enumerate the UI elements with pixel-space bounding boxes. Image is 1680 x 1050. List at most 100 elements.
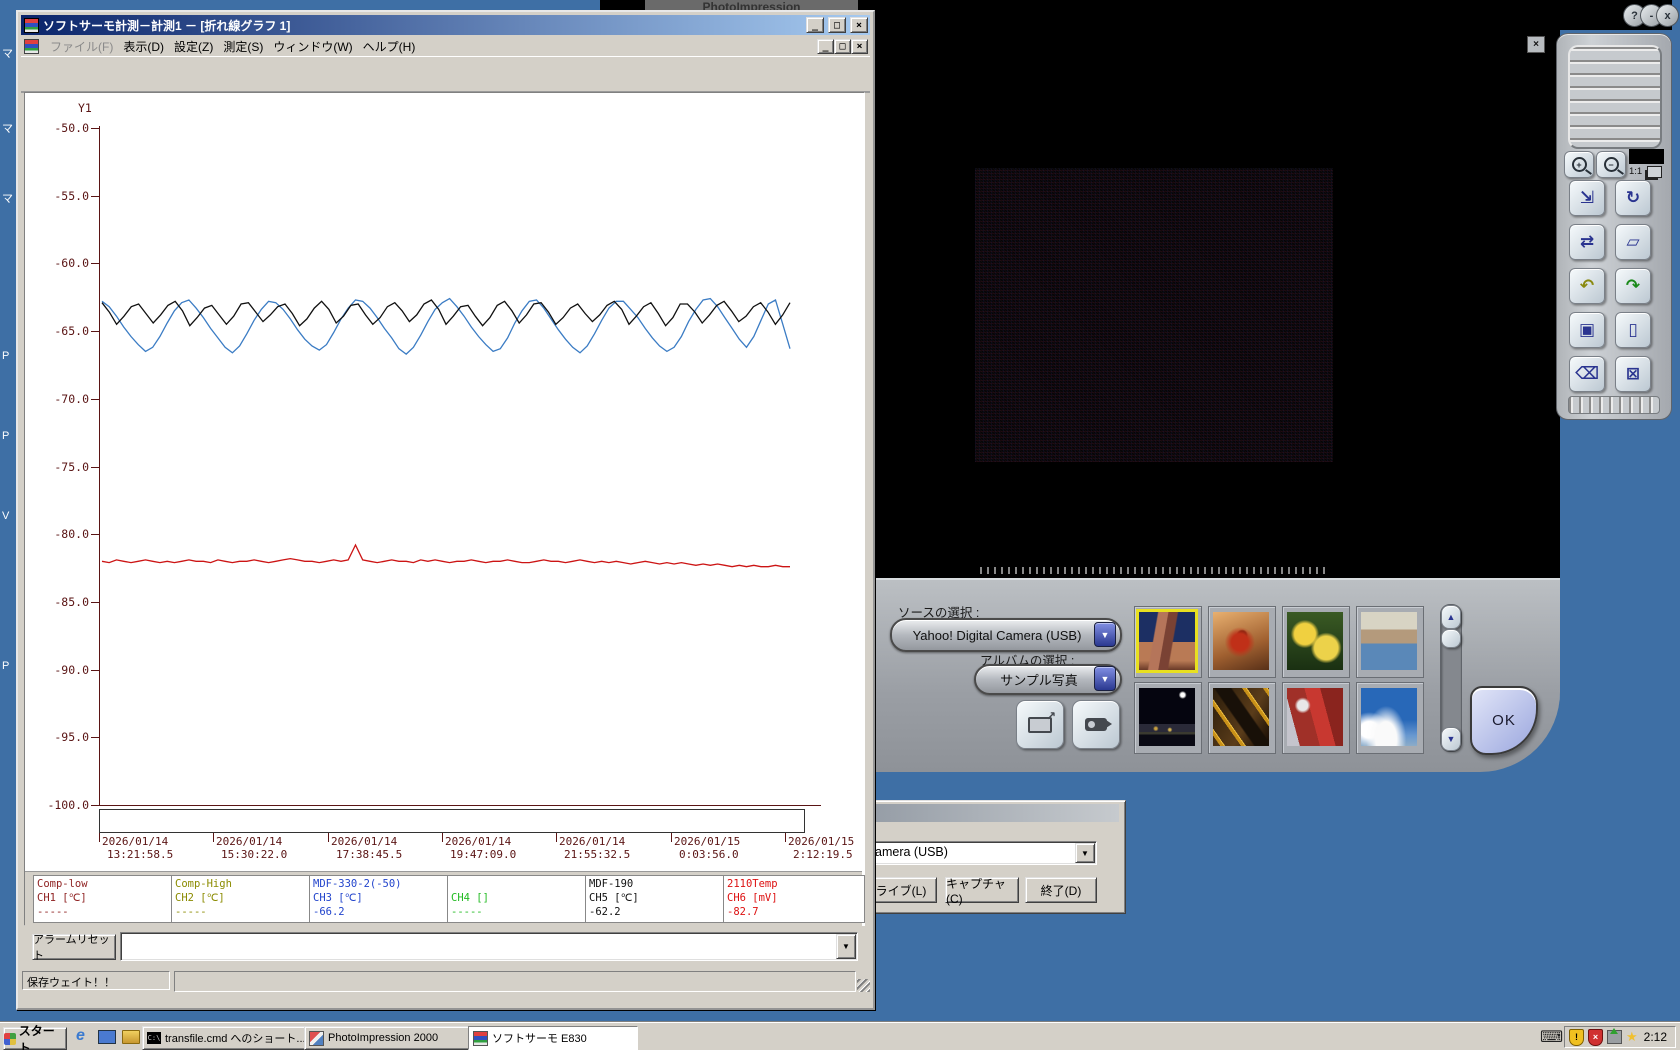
thumbnail-cell[interactable] xyxy=(1134,682,1202,754)
new-page-button[interactable]: ▯ xyxy=(1615,312,1651,348)
toolbar: D1 D2 D3 Y1 Y2 Y3 ↑ ↓ ↕ ↧ ◀◀ ◀ ■ ▶ ▶▶ ◀▶… xyxy=(21,56,870,133)
mdi-minimize-button[interactable]: _ xyxy=(817,39,834,54)
thumbnail-cell[interactable] xyxy=(1208,682,1276,754)
source-dropdown-arrow-icon[interactable]: ▼ xyxy=(1094,622,1116,647)
desktop-icon-label[interactable]: マ xyxy=(2,45,13,61)
panel-grip-bottom[interactable] xyxy=(1568,396,1660,414)
panel-grip[interactable] xyxy=(1568,45,1662,149)
filmstrip-ticks xyxy=(980,567,1330,574)
desktop-icon-label[interactable]: P xyxy=(2,350,9,362)
close-button[interactable]: x xyxy=(1656,4,1679,27)
scroll-down-icon[interactable]: ▼ xyxy=(1441,727,1461,751)
flip-horizontal-button[interactable]: ⇄ xyxy=(1569,224,1605,260)
task-photoimpression[interactable]: PhotoImpression 2000 xyxy=(304,1026,472,1050)
mdi-restore-button[interactable]: □ xyxy=(834,39,851,54)
thumbnail-cell[interactable] xyxy=(1356,606,1424,678)
resize-grip[interactable] xyxy=(857,979,870,992)
thumbnail-desert-rock-spires[interactable] xyxy=(1136,609,1198,673)
dialog-dropdown-arrow-icon[interactable]: ▼ xyxy=(1075,843,1095,863)
scroll-up-icon[interactable]: ▲ xyxy=(1441,605,1461,629)
folder-icon[interactable] xyxy=(122,1030,140,1044)
dialog-source-value: amera (USB) xyxy=(875,845,948,859)
live-button[interactable]: ライブ(L) xyxy=(865,877,937,903)
thumbnail-cell[interactable] xyxy=(1356,682,1424,754)
preview-close-icon[interactable]: × xyxy=(1527,36,1545,53)
undo-button[interactable]: ↶ xyxy=(1569,268,1605,304)
thermo-titlebar[interactable]: ソフトサーモ計測－計測1 － [折れ線グラフ 1] _ □ × xyxy=(21,15,870,35)
y-tick-label: -75.0 xyxy=(54,460,89,474)
menu-view[interactable]: 表示(D) xyxy=(118,36,169,57)
x-tick-date: 2026/01/14 xyxy=(559,835,626,848)
menu-file[interactable]: ファイル(F) xyxy=(45,36,118,57)
windows-icon[interactable] xyxy=(1647,166,1662,178)
thumbnail-cell[interactable] xyxy=(1282,606,1350,678)
keyboard-icon[interactable]: ⌨ xyxy=(1540,1027,1563,1047)
thumbnail-scrollbar[interactable]: ▲ ▼ xyxy=(1440,604,1462,752)
ok-button[interactable]: OK xyxy=(1470,686,1538,755)
scroll-thumb[interactable] xyxy=(1441,629,1461,648)
copy-button[interactable]: ▣ xyxy=(1569,312,1605,348)
thumbnail-gold-light-streaks[interactable] xyxy=(1213,688,1269,746)
desktop-icon-label[interactable]: P xyxy=(2,660,9,672)
channel-cell-ch4: CH4 [] ----- xyxy=(447,875,589,923)
thumbnail-cell[interactable] xyxy=(1282,682,1350,754)
security-warning-icon[interactable]: ! xyxy=(1569,1028,1584,1046)
desktop-icon-label[interactable]: V xyxy=(2,510,9,522)
delete-button[interactable]: ⌫ xyxy=(1569,356,1605,392)
rotate-button[interactable]: ↻ xyxy=(1615,180,1651,216)
thumbnail-clouds-over-sea[interactable] xyxy=(1361,688,1417,746)
thumbnail-red-cardinal-bird[interactable] xyxy=(1213,612,1269,670)
crop-rotate-button[interactable]: ▱ xyxy=(1615,224,1651,260)
thumbnail-night-city-skyline[interactable] xyxy=(1139,688,1195,746)
menu-window[interactable]: ウィンドウ(W) xyxy=(268,36,357,57)
redo-button[interactable]: ↷ xyxy=(1615,268,1651,304)
thumbnail-coastal-town[interactable] xyxy=(1361,612,1417,670)
frame-button[interactable]: ⊠ xyxy=(1615,356,1651,392)
maximize-button[interactable]: □ xyxy=(828,17,846,33)
mail-icon[interactable] xyxy=(98,1030,116,1044)
y-tick-label: -50.0 xyxy=(54,121,89,135)
album-dropdown-arrow-icon[interactable]: ▼ xyxy=(1094,666,1116,691)
alarm-combobox[interactable]: ▼ xyxy=(120,932,858,961)
x-tick-time: 19:47:09.0 xyxy=(450,848,517,861)
menu-config[interactable]: 設定(Z) xyxy=(169,36,218,57)
x-tick-date: 2026/01/15 xyxy=(674,835,741,848)
desktop-icon-label[interactable]: P xyxy=(2,430,9,442)
start-button[interactable]: スタート xyxy=(3,1024,67,1050)
desktop-icon-label[interactable]: マ xyxy=(2,190,13,206)
mdi-close-button[interactable]: × xyxy=(851,39,868,54)
alarm-reset-button[interactable]: アラームリセット xyxy=(32,934,116,962)
minimize-button[interactable]: _ xyxy=(806,17,824,33)
thumbnail-ship-with-flag[interactable] xyxy=(1287,688,1343,746)
fit-resize-button[interactable]: ⇲ xyxy=(1569,180,1605,216)
combo-dropdown-arrow-icon[interactable]: ▼ xyxy=(836,934,856,959)
zoom-out-button[interactable]: − xyxy=(1596,151,1626,178)
security-alert-icon[interactable]: × xyxy=(1588,1028,1603,1046)
acquire-scan-button[interactable]: ↗ xyxy=(1016,700,1064,749)
tray-clock[interactable]: 2:12 xyxy=(1644,1030,1667,1044)
dialog-titlebar[interactable] xyxy=(832,804,1119,822)
exit-button[interactable]: 終了(D) xyxy=(1025,877,1097,903)
camcorder-button[interactable] xyxy=(1072,700,1120,749)
scroll-range-box[interactable] xyxy=(99,809,805,833)
capture-control-area: ソースの選択 : Yahoo! Digital Camera (USB) ▼ ア… xyxy=(860,578,1560,772)
desktop-icon-label[interactable]: マ xyxy=(2,120,13,136)
thumbnail-cell[interactable] xyxy=(1134,606,1202,678)
y-tick-label: -60.0 xyxy=(54,256,89,270)
capture-button[interactable]: キャプチャ(C) xyxy=(945,877,1019,906)
menu-help[interactable]: ヘルプ(H) xyxy=(358,36,421,57)
thumbnail-yellow-flowers[interactable] xyxy=(1287,612,1343,670)
zoom-in-icon: + xyxy=(1571,157,1587,172)
source-select-dropdown[interactable]: Yahoo! Digital Camera (USB) xyxy=(890,618,1122,652)
favorites-star-icon[interactable]: ★ xyxy=(1626,1029,1638,1045)
thumbnail-cell[interactable] xyxy=(1208,606,1276,678)
zoom-in-button[interactable]: + xyxy=(1564,151,1594,178)
task-softthermo-active[interactable]: ソフトサーモ E830 xyxy=(468,1026,638,1050)
dialog-source-dropdown[interactable]: amera (USB) ▼ xyxy=(871,841,1097,865)
ie-icon[interactable]: e xyxy=(76,1027,85,1045)
task-transfile[interactable]: C:\ transfile.cmd へのショート... xyxy=(142,1026,308,1050)
menu-measure[interactable]: 測定(S) xyxy=(218,36,268,57)
mdi-child-icon[interactable] xyxy=(24,39,39,54)
usb-device-icon[interactable] xyxy=(1607,1028,1622,1044)
close-button[interactable]: × xyxy=(850,17,868,33)
